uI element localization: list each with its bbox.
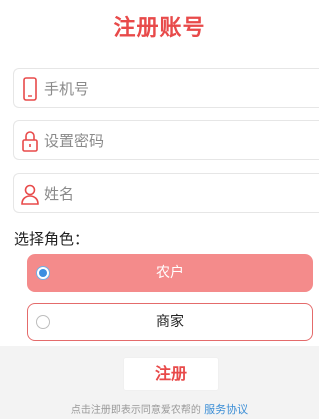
role-option-label: 农户 bbox=[156, 265, 184, 281]
phone-field[interactable] bbox=[13, 68, 319, 109]
register-button[interactable]: 注册 bbox=[123, 357, 219, 391]
page-title: 注册账号 bbox=[113, 16, 206, 41]
role-option-farmer[interactable]: 农户 bbox=[27, 254, 313, 292]
agreement-prefix: 点击注册即表示同意爱农帮的 bbox=[70, 405, 201, 416]
user-icon bbox=[19, 181, 41, 207]
role-option-merchant[interactable]: 商家 bbox=[27, 303, 313, 341]
role-option-label: 商家 bbox=[156, 314, 184, 330]
service-agreement-link[interactable]: 服务协议 bbox=[204, 403, 248, 416]
name-field[interactable] bbox=[13, 173, 319, 214]
phone-input[interactable] bbox=[44, 69, 304, 109]
phone-icon bbox=[19, 76, 41, 102]
lock-icon bbox=[19, 128, 41, 154]
name-input[interactable] bbox=[44, 174, 304, 214]
agreement-text: 点击注册即表示同意爱农帮的 服务协议 bbox=[0, 401, 319, 417]
password-field[interactable] bbox=[13, 120, 319, 161]
password-input[interactable] bbox=[44, 121, 304, 161]
role-label: 选择角色： bbox=[14, 230, 90, 248]
